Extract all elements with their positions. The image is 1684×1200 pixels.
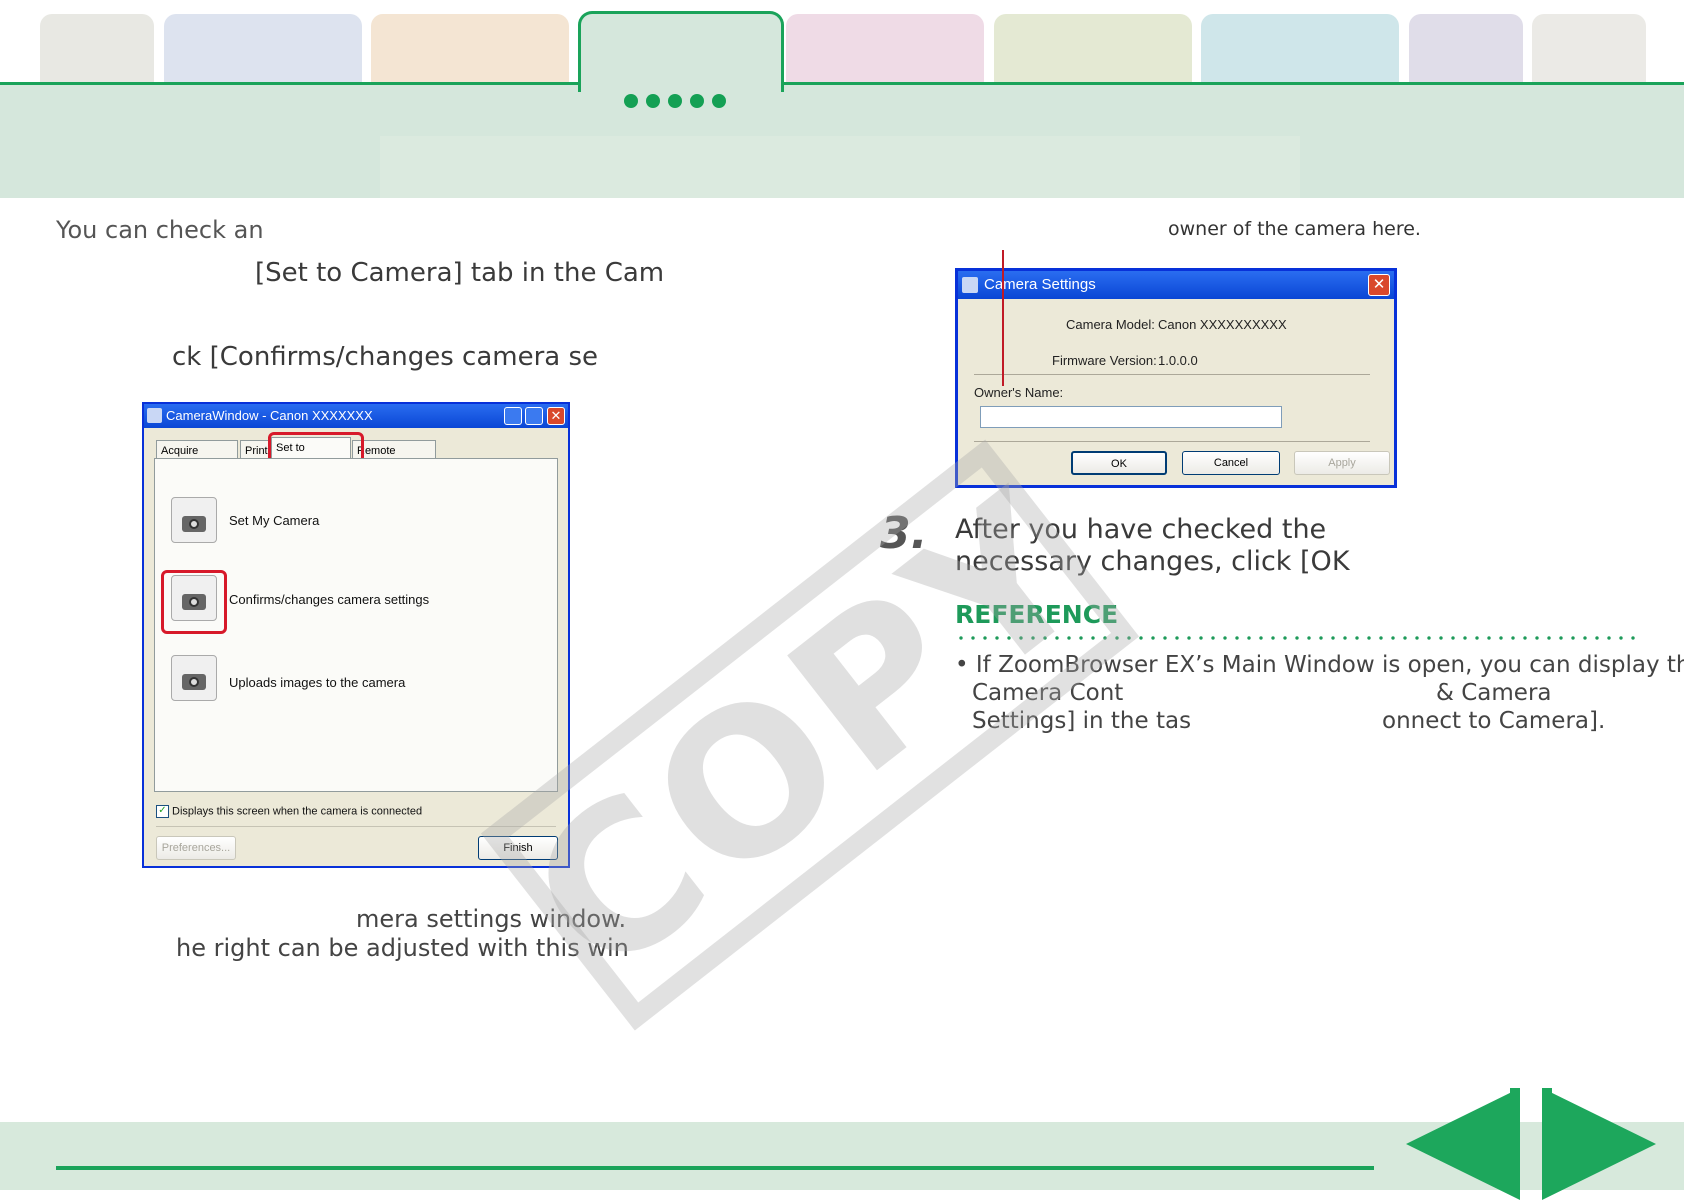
page-dot (646, 94, 660, 108)
nav-tab-3[interactable] (371, 14, 569, 84)
nav-tab-5[interactable] (786, 14, 984, 84)
step-number: 3. (880, 508, 928, 559)
settings-separator (974, 441, 1370, 442)
apply-button[interactable]: Apply (1294, 451, 1390, 475)
settings-separator (974, 374, 1370, 375)
intro-text-2: [Set to Camera] tab in the Cam (255, 258, 665, 288)
reference-line-2a: Camera Cont (972, 680, 1124, 706)
checkbox-check-icon[interactable]: ✓ (156, 805, 169, 818)
camera-window-title: CameraWindow - Canon XXXXXXX (166, 408, 373, 423)
step3-line-2: necessary changes, click [OK (955, 546, 1350, 577)
camera-settings-titlebar: Camera Settings ✕ (958, 271, 1394, 299)
preferences-button[interactable]: Preferences... (156, 836, 236, 860)
owner-name-input[interactable] (980, 406, 1282, 428)
upload-images-icon[interactable] (171, 655, 217, 701)
next-page-arrow-icon[interactable] (1542, 1088, 1656, 1200)
tab-remote-shooting[interactable]: Remote shooting (352, 440, 436, 477)
option-confirm-camera-settings[interactable]: Confirms/changes camera settings (229, 592, 429, 607)
minimize-button[interactable] (504, 407, 522, 425)
firmware-version-label: Firmware Version: (1052, 353, 1157, 368)
page-dot (712, 94, 726, 108)
nav-tab-2[interactable] (164, 14, 362, 84)
camera-settings-app-icon (962, 277, 978, 293)
page-dot (668, 94, 682, 108)
page-indicator-dots (624, 94, 726, 108)
camera-settings-title: Camera Settings (984, 276, 1096, 293)
step2-text: ck [Confirms/changes camera se (172, 342, 599, 372)
reference-heading: REFERENCE (955, 600, 1119, 629)
owner-name-label: Owner's Name: (974, 385, 1064, 400)
header-divider (0, 82, 1684, 85)
camera-window-app-icon (147, 408, 162, 423)
maximize-button[interactable] (525, 407, 543, 425)
page-dot (690, 94, 704, 108)
nav-tab-8[interactable] (1409, 14, 1523, 84)
camera-settings-dialog: Camera Settings ✕ Camera Model: Canon XX… (955, 268, 1397, 488)
owner-note: owner of the camera here. (1168, 218, 1421, 240)
nav-tab-6[interactable] (994, 14, 1192, 84)
highlight-camera-settings-icon (161, 570, 227, 634)
reference-line-3b: onnect to Camera]. (1382, 708, 1606, 734)
option-upload-images[interactable]: Uploads images to the camera (229, 675, 405, 690)
nav-tab-4-active[interactable] (578, 11, 784, 92)
camera-model-value: Canon XXXXXXXXXX (1158, 317, 1287, 332)
ok-button[interactable]: OK (1071, 451, 1167, 475)
intro-text: You can check an (56, 216, 264, 244)
owner-name-callout-line (1002, 250, 1004, 386)
reference-line-1: • If ZoomBrowser EX’s Main Window is ope… (955, 652, 1684, 678)
reference-line-2b: & Camera (1436, 680, 1552, 706)
finish-button[interactable]: Finish (478, 836, 558, 860)
firmware-version-value: 1.0.0.0 (1158, 353, 1198, 368)
previous-page-arrow-icon[interactable] (1406, 1088, 1520, 1200)
dialog-separator (156, 826, 556, 827)
close-button[interactable]: ✕ (1368, 274, 1390, 296)
cancel-button[interactable]: Cancel (1182, 451, 1280, 475)
close-button[interactable]: ✕ (547, 407, 565, 425)
option-set-my-camera[interactable]: Set My Camera (229, 513, 319, 528)
reference-line-3a: Settings] in the tas (972, 708, 1192, 734)
tab-acquire-images[interactable]: Acquire Images (156, 440, 238, 477)
camera-model-label: Camera Model: (1066, 317, 1155, 332)
checkbox-label: Displays this screen when the camera is … (172, 805, 423, 818)
camera-window-dialog: CameraWindow - Canon XXXXXXX ✕ Acquire I… (142, 402, 570, 868)
nav-tab-7[interactable] (1201, 14, 1399, 84)
camera-window-titlebar: CameraWindow - Canon XXXXXXX ✕ (144, 404, 568, 428)
caption-line-1: mera settings window. (356, 905, 627, 933)
reference-dotted-divider (955, 636, 1635, 640)
tab-print[interactable]: Print (240, 440, 270, 460)
footer-divider (56, 1166, 1374, 1170)
caption-line-2: he right can be adjusted with this win (176, 934, 629, 962)
header-title-area (380, 136, 1300, 198)
previous-page-bar (1510, 1088, 1520, 1190)
show-on-connect-checkbox[interactable]: ✓ Displays this screen when the camera is… (156, 805, 422, 818)
nav-tab-1[interactable] (40, 14, 154, 84)
nav-tab-9[interactable] (1532, 14, 1646, 84)
page-dot (624, 94, 638, 108)
step3-line-1: After you have checked the (955, 514, 1327, 545)
set-my-camera-icon[interactable] (171, 497, 217, 543)
